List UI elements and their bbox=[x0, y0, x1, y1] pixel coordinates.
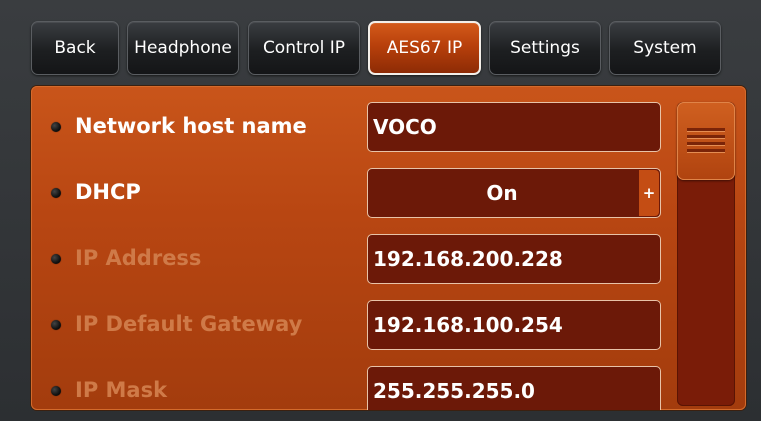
setting-label-ip-address: IP Address bbox=[75, 246, 202, 270]
scrollbar-thumb[interactable] bbox=[677, 102, 735, 180]
ip-mask-field: 255.255.255.0 bbox=[367, 366, 661, 410]
ip-address-field: 192.168.200.228 bbox=[367, 234, 661, 284]
bullet-dot-icon bbox=[51, 122, 61, 132]
setting-row-host-name: Network host name VOCO bbox=[31, 102, 671, 152]
bullet-dot-icon bbox=[51, 386, 61, 396]
setting-row-dhcp: DHCP On + bbox=[31, 168, 671, 218]
plus-icon[interactable]: + bbox=[639, 170, 659, 216]
tab-system[interactable]: System bbox=[609, 21, 721, 75]
setting-label-gateway: IP Default Gateway bbox=[75, 312, 303, 336]
setting-row-ip-address: IP Address 192.168.200.228 bbox=[31, 234, 671, 284]
app-frame: Back Headphone Control IP AES67 IP Setti… bbox=[0, 0, 761, 421]
tab-settings[interactable]: Settings bbox=[489, 21, 601, 75]
bullet-dot-icon bbox=[51, 254, 61, 264]
setting-row-gateway: IP Default Gateway 192.168.100.254 bbox=[31, 300, 671, 350]
setting-label-ip-mask: IP Mask bbox=[75, 378, 168, 402]
setting-label-host-name: Network host name bbox=[75, 114, 307, 138]
bullet-dot-icon bbox=[51, 188, 61, 198]
tab-bar: Back Headphone Control IP AES67 IP Setti… bbox=[31, 21, 731, 77]
tab-control-ip[interactable]: Control IP bbox=[248, 21, 360, 75]
scrollbar-track[interactable] bbox=[677, 102, 735, 406]
host-name-field[interactable]: VOCO bbox=[367, 102, 661, 152]
dhcp-value: On bbox=[486, 181, 518, 205]
tab-headphone[interactable]: Headphone bbox=[127, 21, 239, 75]
dhcp-selector[interactable]: On + bbox=[367, 168, 661, 218]
tab-back[interactable]: Back bbox=[31, 21, 119, 75]
bullet-dot-icon bbox=[51, 320, 61, 330]
tab-aes67-ip[interactable]: AES67 IP bbox=[368, 21, 481, 75]
setting-row-ip-mask: IP Mask 255.255.255.0 bbox=[31, 366, 671, 410]
setting-label-dhcp: DHCP bbox=[75, 180, 141, 204]
gateway-field: 192.168.100.254 bbox=[367, 300, 661, 350]
settings-panel: Network host name VOCO DHCP On + IP Addr… bbox=[31, 86, 746, 410]
